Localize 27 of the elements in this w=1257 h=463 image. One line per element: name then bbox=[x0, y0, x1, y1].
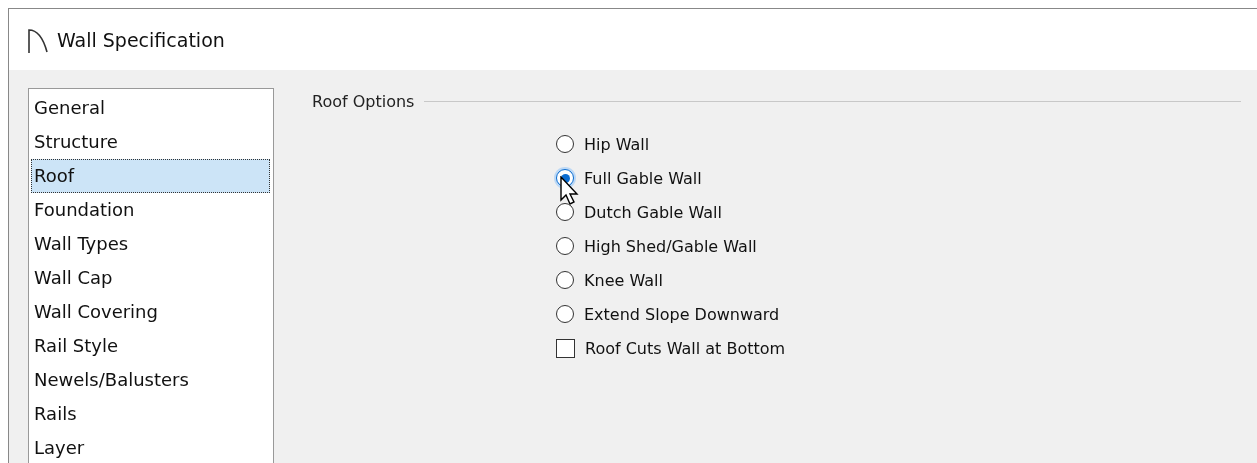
option-label: Hip Wall bbox=[584, 134, 650, 154]
category-item[interactable]: Rails bbox=[31, 397, 270, 431]
group-title: Roof Options bbox=[312, 92, 415, 111]
radio-button[interactable] bbox=[556, 237, 574, 255]
category-item[interactable]: Wall Types bbox=[31, 227, 270, 261]
category-item[interactable]: Wall Cap bbox=[31, 261, 270, 295]
window-title: Wall Specification bbox=[57, 28, 225, 51]
pointer-cursor-icon bbox=[560, 176, 580, 206]
option-label: Extend Slope Downward bbox=[584, 304, 780, 324]
category-item[interactable]: Structure bbox=[31, 125, 270, 159]
radio-button[interactable] bbox=[556, 271, 574, 289]
option-label: Knee Wall bbox=[584, 270, 663, 290]
category-item[interactable]: Layer bbox=[31, 431, 270, 463]
category-item[interactable]: Rail Style bbox=[31, 329, 270, 363]
option-label: Dutch Gable Wall bbox=[584, 202, 722, 222]
category-item[interactable]: Roof bbox=[31, 159, 270, 193]
radio-button[interactable] bbox=[556, 135, 574, 153]
category-item[interactable]: Newels/Balusters bbox=[31, 363, 270, 397]
category-item[interactable]: Wall Covering bbox=[31, 295, 270, 329]
checkbox[interactable] bbox=[556, 338, 575, 358]
radio-button[interactable] bbox=[556, 203, 574, 221]
option-label: High Shed/Gable Wall bbox=[584, 236, 757, 256]
radio-button[interactable] bbox=[556, 305, 574, 323]
option-label: Full Gable Wall bbox=[584, 168, 702, 188]
category-item[interactable]: Foundation bbox=[31, 193, 270, 227]
category-item[interactable]: General bbox=[31, 91, 270, 125]
option-label: Roof Cuts Wall at Bottom bbox=[585, 338, 786, 358]
